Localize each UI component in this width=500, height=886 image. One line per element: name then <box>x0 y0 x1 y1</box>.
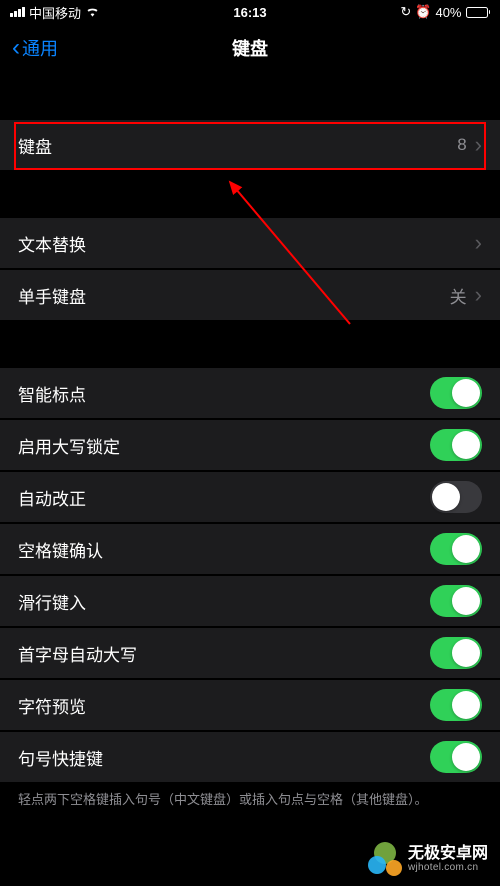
nav-bar: ‹ 通用 键盘 <box>0 24 500 72</box>
row-smart-punctuation: 智能标点 <box>0 368 500 418</box>
row-label: 键盘 <box>18 133 457 158</box>
row-caps-lock: 启用大写锁定 <box>0 420 500 470</box>
toggle-char-preview[interactable] <box>430 689 482 721</box>
row-auto-correct: 自动改正 <box>0 472 500 522</box>
footer-note: 轻点两下空格键插入句号（中文键盘）或插入句点与空格（其他键盘）。 <box>0 782 500 818</box>
row-keyboards[interactable]: 键盘 8 › <box>0 120 500 170</box>
chevron-right-icon: › <box>475 230 482 256</box>
page-title: 键盘 <box>232 35 268 61</box>
loop-icon: ↻ <box>400 4 411 20</box>
toggle-slide-type[interactable] <box>430 585 482 617</box>
row-slide-type: 滑行键入 <box>0 576 500 626</box>
chevron-right-icon: › <box>475 282 482 308</box>
toggle-period-shortcut[interactable] <box>430 741 482 773</box>
row-label: 首字母自动大写 <box>18 641 430 666</box>
toggle-auto-capitalize[interactable] <box>430 637 482 669</box>
carrier-label: 中国移动 <box>29 3 81 22</box>
row-label: 文本替换 <box>18 231 467 256</box>
signal-icon <box>10 7 25 17</box>
row-auto-capitalize: 首字母自动大写 <box>0 628 500 678</box>
watermark: 无极安卓网 wjhotel.com.cn <box>368 842 488 876</box>
row-space-confirm: 空格键确认 <box>0 524 500 574</box>
row-one-handed-keyboard[interactable]: 单手键盘 关 › <box>0 270 500 320</box>
row-label: 空格键确认 <box>18 537 430 562</box>
row-text-replacement[interactable]: 文本替换 › <box>0 218 500 268</box>
row-label: 自动改正 <box>18 485 430 510</box>
toggle-caps-lock[interactable] <box>430 429 482 461</box>
chevron-left-icon: ‹ <box>12 36 20 60</box>
row-value: 8 <box>457 135 466 155</box>
wifi-icon <box>85 5 100 20</box>
toggle-smart-punctuation[interactable] <box>430 377 482 409</box>
watermark-url: wjhotel.com.cn <box>408 862 488 873</box>
back-label: 通用 <box>22 35 58 61</box>
watermark-logo-icon <box>368 842 402 876</box>
battery-icon <box>466 7 491 18</box>
alarm-icon: ⏰ <box>415 4 431 20</box>
row-label: 智能标点 <box>18 381 430 406</box>
row-label: 滑行键入 <box>18 589 430 614</box>
status-right: ↻ ⏰ 40% <box>330 4 490 20</box>
row-period-shortcut: 句号快捷键 <box>0 732 500 782</box>
chevron-right-icon: › <box>475 132 482 158</box>
back-button[interactable]: ‹ 通用 <box>12 35 58 61</box>
row-char-preview: 字符预览 <box>0 680 500 730</box>
battery-pct: 40% <box>435 5 461 20</box>
toggle-space-confirm[interactable] <box>430 533 482 565</box>
status-bar: 中国移动 16:13 ↻ ⏰ 40% <box>0 0 500 24</box>
watermark-title: 无极安卓网 <box>408 845 488 863</box>
status-time: 16:13 <box>170 5 330 20</box>
row-label: 启用大写锁定 <box>18 433 430 458</box>
row-label: 单手键盘 <box>18 283 450 308</box>
status-left: 中国移动 <box>10 3 170 22</box>
row-label: 句号快捷键 <box>18 745 430 770</box>
toggle-auto-correct[interactable] <box>430 481 482 513</box>
row-value: 关 <box>450 283 467 308</box>
row-label: 字符预览 <box>18 693 430 718</box>
